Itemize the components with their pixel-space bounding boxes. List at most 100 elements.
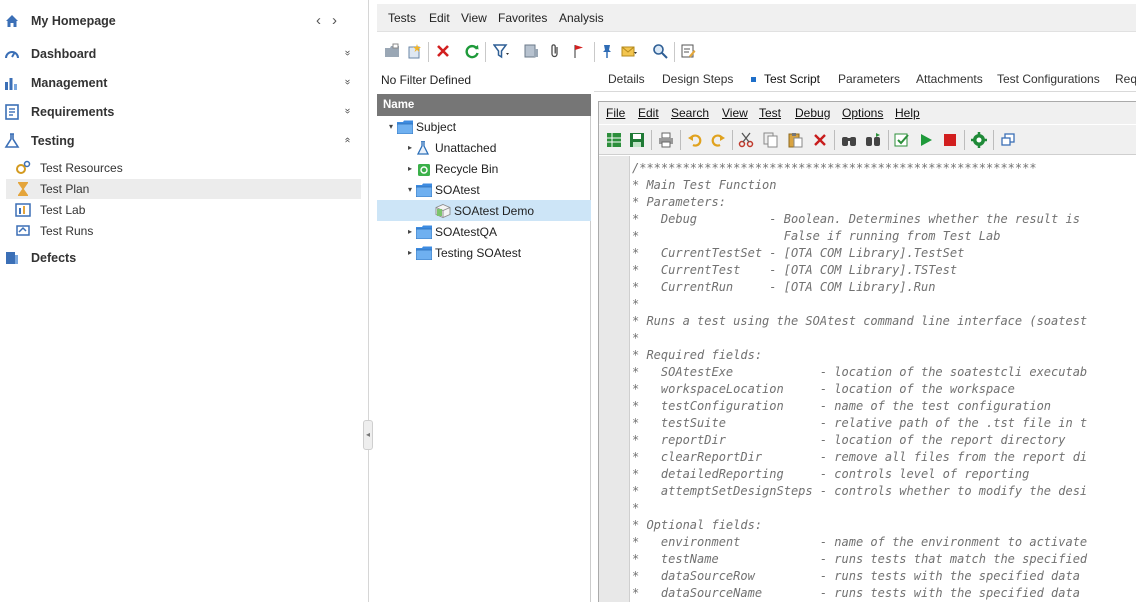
recycle-bin-icon	[418, 163, 430, 176]
pin-icon[interactable]	[599, 43, 615, 59]
code-line: *	[632, 331, 640, 345]
tab-details[interactable]: Details	[608, 72, 645, 86]
code-line: * testName - runs tests that match the s…	[632, 552, 1088, 566]
nav-item-test-lab[interactable]: Test Lab	[6, 200, 361, 220]
menu-favorites[interactable]: Favorites	[498, 11, 547, 25]
editor-menu-edit[interactable]: Edit	[638, 106, 659, 120]
nav-history-arrows: ‹›	[316, 12, 348, 29]
forward-arrow-icon[interactable]: ›	[332, 12, 348, 29]
syntax-check-icon[interactable]	[894, 132, 910, 148]
editor-toolbar	[599, 125, 1136, 155]
delete-icon[interactable]	[435, 43, 451, 59]
nav-item-test-runs[interactable]: Test Runs	[6, 221, 361, 241]
menu-analysis[interactable]: Analysis	[559, 11, 604, 25]
view-grid-icon[interactable]	[523, 43, 539, 59]
tree-node-testing-soatest[interactable]: ▸ Testing SOAtest	[406, 242, 586, 263]
twisty-icon[interactable]: ▸	[406, 227, 414, 236]
main-toolbar	[377, 38, 1136, 66]
nav-dashboard[interactable]: Dashboard »	[0, 43, 361, 65]
expand-chevron-icon[interactable]: »	[340, 76, 354, 88]
stop-icon[interactable]	[942, 132, 958, 148]
nav-requirements[interactable]: Requirements »	[0, 101, 361, 123]
collapse-chevron-icon[interactable]: «	[340, 134, 354, 146]
tree-node-recycle-bin[interactable]: ▸ Recycle Bin	[406, 158, 586, 179]
nav-management-label: Management	[31, 76, 108, 90]
nav-item-test-plan[interactable]: Test Plan	[6, 179, 361, 199]
expand-chevron-icon[interactable]: »	[340, 105, 354, 117]
search-icon[interactable]	[652, 43, 668, 59]
tree-node-soatest-demo[interactable]: SOAtest Demo	[377, 200, 591, 221]
menu-tests[interactable]: Tests	[388, 11, 416, 25]
menu-view[interactable]: View	[461, 11, 487, 25]
cut-icon[interactable]	[738, 132, 754, 148]
nav-item-test-resources[interactable]: Test Resources	[6, 158, 361, 178]
email-icon[interactable]	[621, 43, 637, 59]
tab-test-script[interactable]: Test Script	[764, 72, 820, 86]
tree-node-unattached[interactable]: ▸ Unattached	[406, 137, 586, 158]
editor-menu-file[interactable]: File	[606, 106, 625, 120]
tree-node-label: Subject	[416, 119, 457, 134]
editor-menu-view[interactable]: View	[722, 106, 748, 120]
editor-menu-debug[interactable]: Debug	[795, 106, 830, 120]
refresh-icon[interactable]	[464, 43, 480, 59]
undo-icon[interactable]	[687, 132, 703, 148]
twisty-icon[interactable]: ▸	[406, 164, 414, 173]
unattached-flask-icon	[416, 140, 430, 155]
settings-gear-icon[interactable]	[971, 132, 987, 148]
nav-testing-label: Testing	[31, 134, 75, 148]
run-icon[interactable]	[918, 132, 934, 148]
code-line: /***************************************…	[632, 161, 1037, 175]
find-replace-icon[interactable]	[865, 132, 881, 148]
code-line: * dataSourceName - runs tests with the s…	[632, 586, 1080, 600]
test-cube-icon	[435, 203, 451, 218]
filter-status[interactable]: No Filter Defined	[381, 73, 471, 87]
editor-menu-search[interactable]: Search	[671, 106, 709, 120]
tree-node-soatest[interactable]: ▾ SOAtest	[406, 179, 586, 200]
back-arrow-icon[interactable]: ‹	[316, 12, 332, 29]
find-icon[interactable]	[841, 132, 857, 148]
twisty-icon[interactable]: ▸	[406, 248, 414, 257]
code-area[interactable]: /***************************************…	[632, 160, 1136, 602]
twisty-icon[interactable]: ▾	[387, 122, 395, 131]
new-test-icon[interactable]	[406, 43, 422, 59]
code-line: * Required fields:	[632, 348, 763, 362]
editor-menu-help[interactable]: Help	[895, 106, 920, 120]
nav-management[interactable]: Management »	[0, 72, 361, 94]
defects-icon	[6, 252, 18, 264]
paste-icon[interactable]	[787, 132, 803, 148]
new-folder-icon[interactable]	[384, 43, 400, 59]
nav-defects[interactable]: Defects	[0, 247, 361, 269]
folder-icon	[416, 246, 432, 260]
nav-home[interactable]: My Homepage	[0, 10, 361, 32]
tab-parameters[interactable]: Parameters	[838, 72, 900, 86]
attachment-icon[interactable]	[547, 43, 563, 59]
copy-icon[interactable]	[763, 132, 779, 148]
edit-properties-icon[interactable]	[680, 43, 696, 59]
twisty-icon[interactable]: ▾	[406, 185, 414, 194]
nav-testing[interactable]: Testing «	[0, 130, 361, 152]
tree-node-soatestqa[interactable]: ▸ SOAtestQA	[406, 221, 586, 242]
print-icon[interactable]	[658, 132, 674, 148]
tab-requirements[interactable]: Req	[1115, 72, 1136, 86]
window-restore-icon[interactable]	[1000, 132, 1016, 148]
tab-design-steps[interactable]: Design Steps	[662, 72, 733, 86]
filter-icon[interactable]	[493, 43, 509, 59]
grid-view-icon[interactable]	[606, 132, 622, 148]
save-icon[interactable]	[629, 132, 645, 148]
code-line: * environment - name of the environment …	[632, 535, 1088, 549]
menu-edit[interactable]: Edit	[429, 11, 450, 25]
flag-icon[interactable]	[571, 43, 587, 59]
tab-attachments[interactable]: Attachments	[916, 72, 983, 86]
delete-icon[interactable]	[812, 132, 828, 148]
redo-icon[interactable]	[710, 132, 726, 148]
twisty-icon[interactable]: ▸	[406, 143, 414, 152]
tree-node-subject[interactable]: ▾ Subject	[387, 116, 587, 137]
code-line: * Optional fields:	[632, 518, 763, 532]
code-line: * testConfiguration - name of the test c…	[632, 399, 1052, 413]
editor-menu-test[interactable]: Test	[759, 106, 781, 120]
editor-menu-options[interactable]: Options	[842, 106, 883, 120]
panel-splitter-handle[interactable]: ◂	[363, 420, 373, 450]
tab-test-configurations[interactable]: Test Configurations	[997, 72, 1100, 86]
tree-column-header[interactable]: Name	[377, 94, 591, 116]
expand-chevron-icon[interactable]: »	[340, 47, 354, 59]
